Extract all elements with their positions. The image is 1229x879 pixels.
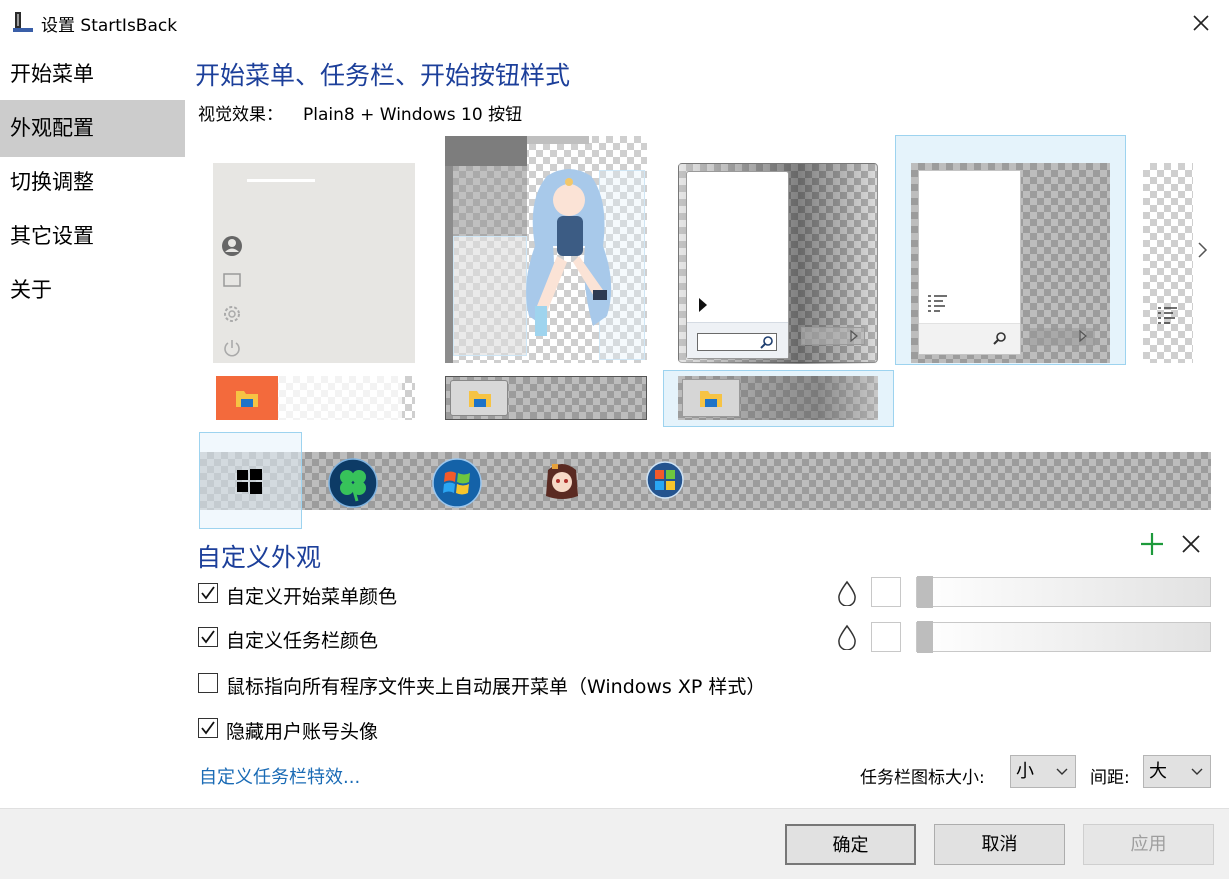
chevron-down-icon xyxy=(1191,768,1203,775)
start-style-anime[interactable] xyxy=(445,136,647,363)
chevron-right-icon xyxy=(850,330,858,342)
start-style-plain8-gray[interactable] xyxy=(911,163,1110,363)
hide-user-avatar-checkbox[interactable] xyxy=(198,718,218,738)
spacing-label: 间距: xyxy=(1090,768,1130,788)
checkmark-icon xyxy=(201,721,215,735)
thumb-shutdown-button xyxy=(801,327,865,345)
add-plus-icon[interactable] xyxy=(1139,531,1165,557)
taskbar-style-orange[interactable] xyxy=(216,376,415,420)
sidebar-item-other[interactable]: 其它设置 xyxy=(0,208,185,265)
close-icon[interactable] xyxy=(1188,10,1214,36)
apply-button[interactable]: 应用 xyxy=(1083,824,1214,865)
thumb-search-bar xyxy=(247,179,315,182)
custom-taskbar-color-checkbox[interactable] xyxy=(198,627,218,647)
style-section-title: 开始菜单、任务栏、开始按钮样式 xyxy=(195,61,571,90)
chevron-right-icon xyxy=(1079,330,1087,342)
thumb-panel xyxy=(527,136,589,144)
clover-start-button-icon[interactable] xyxy=(327,457,379,509)
chevron-down-icon xyxy=(1056,768,1068,775)
color-dropper-icon[interactable] xyxy=(836,580,858,606)
sidebar: 开始菜单 外观配置 切换调整 其它设置 关于 xyxy=(0,44,185,809)
search-icon xyxy=(993,332,1006,345)
folder-icon xyxy=(236,391,258,407)
windows10-start-button-icon[interactable] xyxy=(237,469,262,494)
taskbar-effects-link[interactable]: 自定义任务栏特效... xyxy=(199,763,360,789)
folder-icon xyxy=(223,273,241,287)
start-color-slider[interactable] xyxy=(916,577,1211,607)
window-title: 设置 StartIsBack xyxy=(41,16,178,36)
user-icon xyxy=(222,236,242,256)
auto-expand-menu-checkbox[interactable] xyxy=(198,673,218,693)
icon-size-value: 小 xyxy=(1016,761,1034,782)
hide-user-avatar-label: 隐藏用户账号头像 xyxy=(226,721,379,743)
taskbar-style-gray[interactable] xyxy=(445,376,647,420)
thumb-panel xyxy=(445,166,453,363)
power-icon xyxy=(224,340,240,357)
taskbar-color-slider[interactable] xyxy=(916,622,1211,652)
sidebar-item-switching[interactable]: 切换调整 xyxy=(0,154,185,211)
thumb-search-area xyxy=(687,322,788,358)
cancel-button[interactable]: 取消 xyxy=(934,824,1065,865)
custom-taskbar-color-label: 自定义任务栏颜色 xyxy=(226,630,379,652)
dialog-footer: 确定 取消 应用 xyxy=(0,808,1229,879)
icon-size-dropdown[interactable]: 小 xyxy=(1010,755,1076,788)
taskbar-color-swatch[interactable] xyxy=(871,622,901,652)
auto-expand-menu-label: 鼠标指向所有程序文件夹上自动展开菜单（Windows XP 样式） xyxy=(226,676,766,698)
start-style-next[interactable] xyxy=(1143,163,1193,363)
title-bar: 设置 StartIsBack xyxy=(0,0,1229,44)
search-icon xyxy=(760,336,773,349)
ok-button[interactable]: 确定 xyxy=(785,824,916,865)
gear-icon xyxy=(224,306,240,322)
checkmark-icon xyxy=(201,630,215,644)
sidebar-item-start-menu[interactable]: 开始菜单 xyxy=(0,46,185,103)
color-dropper-icon[interactable] xyxy=(836,624,858,650)
folder-icon xyxy=(700,391,722,407)
windows7-start-button-icon[interactable] xyxy=(431,457,483,509)
checkmark-icon xyxy=(201,586,215,600)
taskbar-style-selected[interactable] xyxy=(678,376,878,420)
app-icon xyxy=(12,11,34,33)
taskbar-color-slider-thumb[interactable] xyxy=(917,621,933,653)
visual-effect-label: 视觉效果： xyxy=(198,105,283,125)
thumb-menu-panel xyxy=(918,170,1021,355)
custom-appearance-title: 自定义外观 xyxy=(196,543,322,572)
start-color-slider-thumb[interactable] xyxy=(917,576,933,608)
start-style-plain8[interactable] xyxy=(213,163,415,363)
visual-effect-value: Plain8 + Windows 10 按钮 xyxy=(303,105,523,125)
thumb-panel xyxy=(445,136,527,166)
thumb-search-box xyxy=(697,333,777,351)
spacing-dropdown[interactable]: 大 xyxy=(1143,755,1211,788)
thumb-taskbar-fill xyxy=(278,376,402,420)
anime-character-image xyxy=(526,169,612,336)
sidebar-item-about[interactable]: 关于 xyxy=(0,262,185,319)
folder-icon xyxy=(469,391,491,407)
triangle-right-icon xyxy=(699,298,707,312)
custom-start-color-checkbox[interactable] xyxy=(198,583,218,603)
sidebar-item-appearance[interactable]: 外观配置 xyxy=(0,100,185,157)
list-icon xyxy=(1158,307,1177,324)
thumb-search-area xyxy=(919,323,1020,354)
icon-size-label: 任务栏图标大小: xyxy=(860,768,985,788)
thumb-menu-panel xyxy=(686,171,789,359)
remove-x-icon[interactable] xyxy=(1179,532,1203,556)
vista-start-button-icon[interactable] xyxy=(645,460,685,500)
start-style-win7[interactable] xyxy=(678,163,879,364)
scroll-right-chevron-icon[interactable] xyxy=(1196,240,1210,260)
custom-start-color-label: 自定义开始菜单颜色 xyxy=(226,586,398,608)
spacing-value: 大 xyxy=(1149,761,1167,782)
list-icon xyxy=(928,295,947,312)
start-color-swatch[interactable] xyxy=(871,577,901,607)
anime-start-button-icon[interactable] xyxy=(544,462,580,500)
thumb-shutdown-button xyxy=(1029,328,1095,346)
